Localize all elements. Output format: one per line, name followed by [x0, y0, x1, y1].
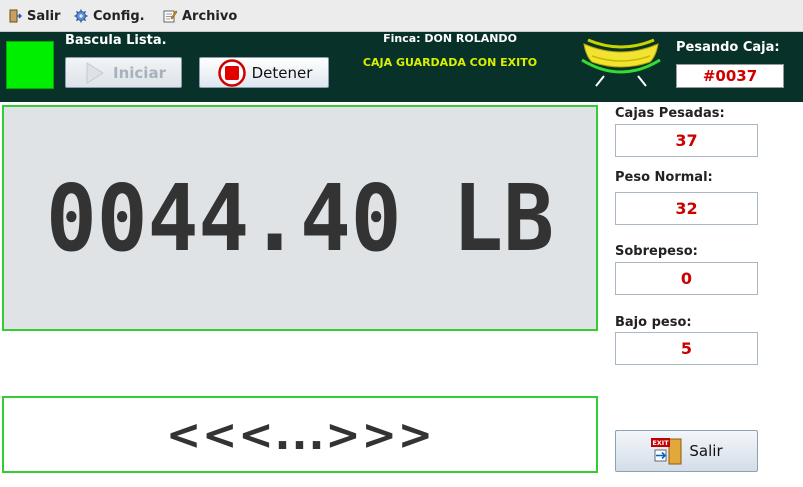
overweight-value: 0	[615, 262, 758, 295]
play-icon	[86, 61, 104, 84]
gear-icon	[74, 9, 88, 23]
banana-scale-logo	[581, 38, 661, 87]
underweight-label: Bajo peso:	[615, 315, 692, 330]
menu-config[interactable]: Config.	[74, 7, 145, 25]
navigation-panel: <<<...>>>	[2, 396, 598, 473]
exit-door-icon	[9, 9, 22, 23]
overweight-label: Sobrepeso:	[615, 244, 698, 259]
save-status-message: CAJA GUARDADA CON EXITO	[362, 56, 538, 69]
header-bar: Bascula Lista. Iniciar Detener Finca: DO…	[0, 32, 803, 102]
stop-button[interactable]: Detener	[199, 57, 329, 88]
weighing-box-value: #0037	[676, 64, 784, 88]
exit-button[interactable]: EXIT Salir	[615, 430, 758, 472]
underweight-value: 5	[615, 332, 758, 365]
farm-label: Finca: DON ROLANDO	[383, 32, 517, 45]
edit-document-icon	[163, 10, 177, 23]
menu-config-label: Config.	[93, 8, 145, 24]
menu-bar: Salir Config. Archivo	[0, 0, 803, 32]
menu-archivo-label: Archivo	[182, 8, 238, 24]
start-button[interactable]: Iniciar	[65, 57, 182, 88]
normal-weight-value: 32	[615, 192, 758, 225]
status-label: Bascula Lista.	[65, 33, 167, 48]
boxes-weighed-label: Cajas Pesadas:	[615, 106, 725, 121]
menu-salir[interactable]: Salir	[8, 7, 60, 25]
exit-door-icon: EXIT	[651, 438, 682, 465]
stop-button-label: Detener	[251, 63, 313, 82]
boxes-weighed-value: 37	[615, 124, 758, 157]
menu-salir-label: Salir	[27, 8, 61, 24]
weighing-box-label: Pesando Caja:	[676, 40, 780, 55]
stop-icon	[217, 58, 246, 87]
weight-display: 0044.40 LB	[2, 105, 598, 331]
navigation-text: <<<...>>>	[165, 410, 434, 459]
exit-sign-text: EXIT	[653, 439, 670, 447]
normal-weight-label: Peso Normal:	[615, 170, 713, 185]
status-indicator	[6, 41, 54, 89]
weight-value: 0044.40 LB	[46, 165, 554, 272]
menu-archivo[interactable]: Archivo	[163, 7, 237, 25]
weight-readout: 0044.40 LB	[46, 165, 554, 272]
start-button-label: Iniciar	[113, 63, 166, 82]
exit-button-label: Salir	[689, 442, 723, 460]
